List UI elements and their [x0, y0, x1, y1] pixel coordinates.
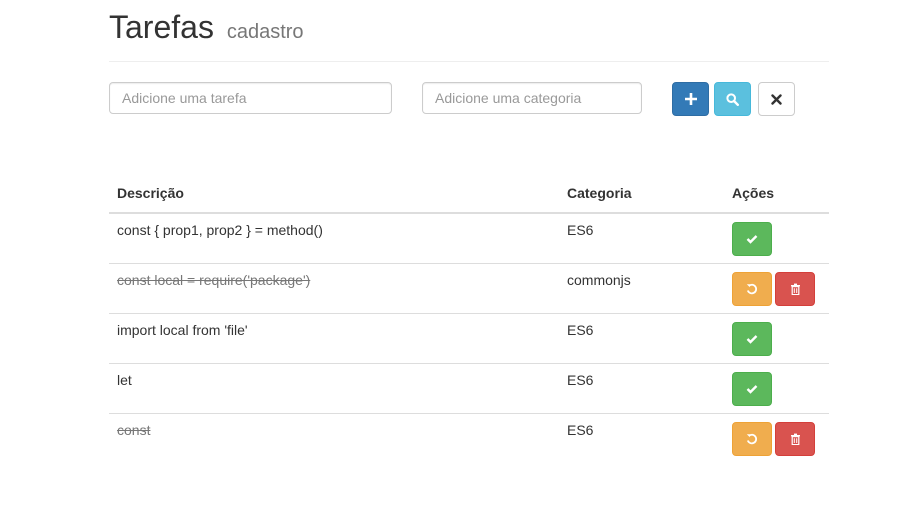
table-row: import local from 'file' ES6: [109, 312, 829, 363]
task-input[interactable]: [109, 82, 392, 114]
table-row: const ES6: [109, 412, 829, 463]
page-header: Tarefas cadastro: [109, 6, 829, 62]
undo-icon: [746, 283, 758, 295]
check-icon: [746, 384, 758, 394]
category-input[interactable]: [422, 82, 642, 114]
header-category: Categoria: [559, 174, 724, 214]
search-button[interactable]: [714, 82, 751, 116]
check-icon: [746, 234, 758, 244]
task-category: ES6: [559, 312, 724, 363]
task-actions: [724, 312, 829, 363]
search-icon: [726, 92, 739, 106]
task-description: import local from 'file': [109, 312, 559, 363]
table-header-row: Descrição Categoria Ações: [109, 174, 829, 214]
plus-icon: [684, 93, 697, 105]
undo-button[interactable]: [732, 271, 772, 306]
header-actions: Ações: [724, 174, 829, 214]
complete-button[interactable]: [732, 371, 772, 406]
tasks-table: Descrição Categoria Ações const { prop1,…: [109, 174, 829, 463]
check-icon: [746, 334, 758, 344]
task-actions: [724, 212, 829, 263]
task-category: ES6: [559, 412, 724, 463]
complete-button[interactable]: [732, 222, 772, 256]
task-description: const local = require('package'): [109, 262, 559, 313]
task-actions: [724, 362, 829, 413]
clear-button[interactable]: [758, 82, 795, 116]
delete-button[interactable]: [775, 271, 815, 306]
table-row: const { prop1, prop2 } = method() ES6: [109, 212, 829, 263]
add-task-button[interactable]: [672, 82, 709, 116]
trash-icon: [790, 433, 801, 445]
task-actions: [724, 412, 829, 463]
task-actions: [724, 262, 829, 313]
task-description: const { prop1, prop2 } = method(): [109, 212, 559, 263]
close-icon: [771, 93, 782, 105]
table-row: let ES6: [109, 362, 829, 413]
delete-button[interactable]: [775, 421, 815, 456]
page-title: Tarefas cadastro: [109, 8, 304, 51]
page-subtitle: cadastro: [226, 21, 304, 43]
task-category: ES6: [559, 362, 724, 413]
undo-icon: [746, 433, 758, 445]
task-description: let: [109, 362, 559, 413]
page-title-text: Tarefas: [109, 9, 214, 45]
undo-button[interactable]: [732, 421, 772, 456]
table-row: const local = require('package') commonj…: [109, 262, 829, 313]
task-description: const: [109, 412, 559, 463]
trash-icon: [790, 283, 801, 295]
complete-button[interactable]: [732, 321, 772, 356]
task-category: ES6: [559, 212, 724, 263]
task-category: commonjs: [559, 262, 724, 313]
header-description: Descrição: [109, 174, 559, 214]
